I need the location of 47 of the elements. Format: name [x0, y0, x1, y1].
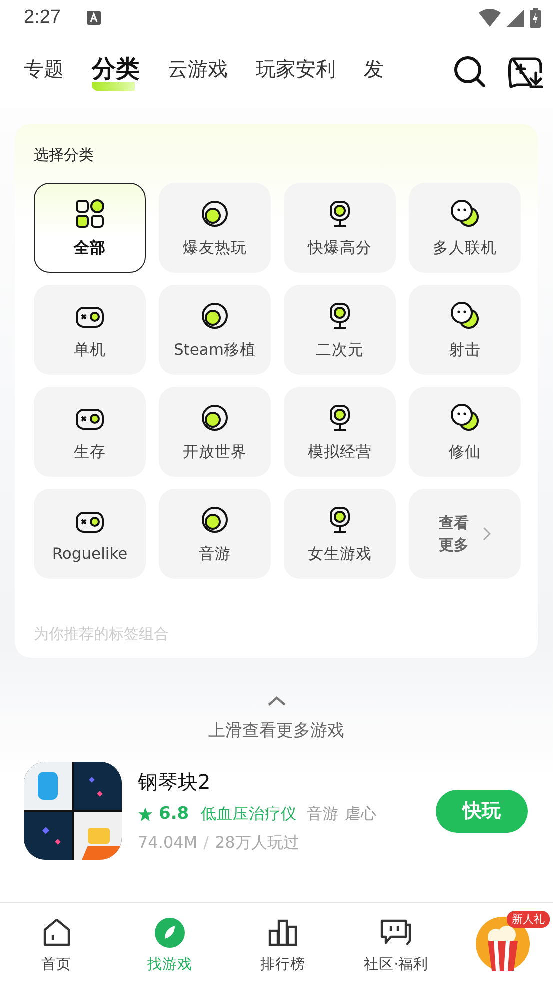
category-tab[interactable]: 发 — [364, 56, 384, 88]
nav-item[interactable]: 社区·福利 — [340, 917, 453, 974]
category-tile[interactable]: 开放世界 — [159, 387, 271, 477]
signal-icon — [507, 10, 524, 26]
game-size: 74.04M — [138, 832, 198, 854]
chevron-right-icon — [483, 527, 491, 541]
category-tile[interactable]: 多人联机 — [409, 183, 521, 273]
category-tab[interactable]: 云游戏 — [168, 56, 228, 88]
category-tile[interactable]: 爆友热玩 — [159, 183, 271, 273]
search-icon[interactable] — [453, 55, 487, 89]
category-tile[interactable]: 单机 — [34, 285, 146, 375]
grid-icon — [74, 198, 106, 230]
category-tile[interactable]: 修仙 — [409, 387, 521, 477]
star-icon — [138, 806, 153, 822]
category-tile[interactable]: 二次元 — [284, 285, 396, 375]
category-tile[interactable]: Steam移植 — [159, 285, 271, 375]
battery-icon — [530, 8, 541, 28]
game-title: 钢琴块2 — [138, 768, 212, 796]
gift-badge: 新人礼 — [507, 911, 550, 928]
panel-title: 选择分类 — [34, 146, 95, 165]
game-tag: 虐心 — [345, 804, 378, 824]
player-count: 28万人玩过 — [215, 832, 300, 854]
status-time: 2:27 — [24, 7, 61, 29]
category-tile[interactable]: 女生游戏 — [284, 489, 396, 579]
category-tile[interactable]: 模拟经营 — [284, 387, 396, 477]
game-tag: 音游 — [307, 804, 340, 824]
more-categories-button[interactable]: 查看 更多 — [409, 489, 521, 579]
swipe-hint: 上滑查看更多游戏 — [208, 720, 344, 742]
category-tile[interactable]: Roguelike — [34, 489, 146, 579]
separator: / — [204, 832, 209, 854]
category-tile[interactable]: 射击 — [409, 285, 521, 375]
chevron-up-icon — [266, 696, 286, 707]
category-tile[interactable]: 快爆高分 — [284, 183, 396, 273]
nav-item[interactable]: 排行榜 — [226, 917, 340, 974]
keyboard-icon — [86, 11, 101, 25]
leaf-circle-icon — [152, 917, 187, 949]
category-tile[interactable]: 生存 — [34, 387, 146, 477]
nav-item[interactable]: 首页 — [0, 917, 114, 974]
gamepad-download-icon[interactable] — [507, 55, 545, 89]
category-tab[interactable]: 专题 — [24, 56, 64, 88]
game-tag: 低血压治疗仪 — [201, 804, 298, 824]
wifi-icon — [479, 9, 501, 27]
category-tile[interactable]: 音游 — [159, 489, 271, 579]
category-tile[interactable]: 全部 — [34, 183, 146, 273]
faces-icon — [449, 198, 481, 230]
category-tab[interactable]: 玩家安利 — [256, 56, 336, 88]
game-rating: 6.8 — [159, 804, 190, 824]
